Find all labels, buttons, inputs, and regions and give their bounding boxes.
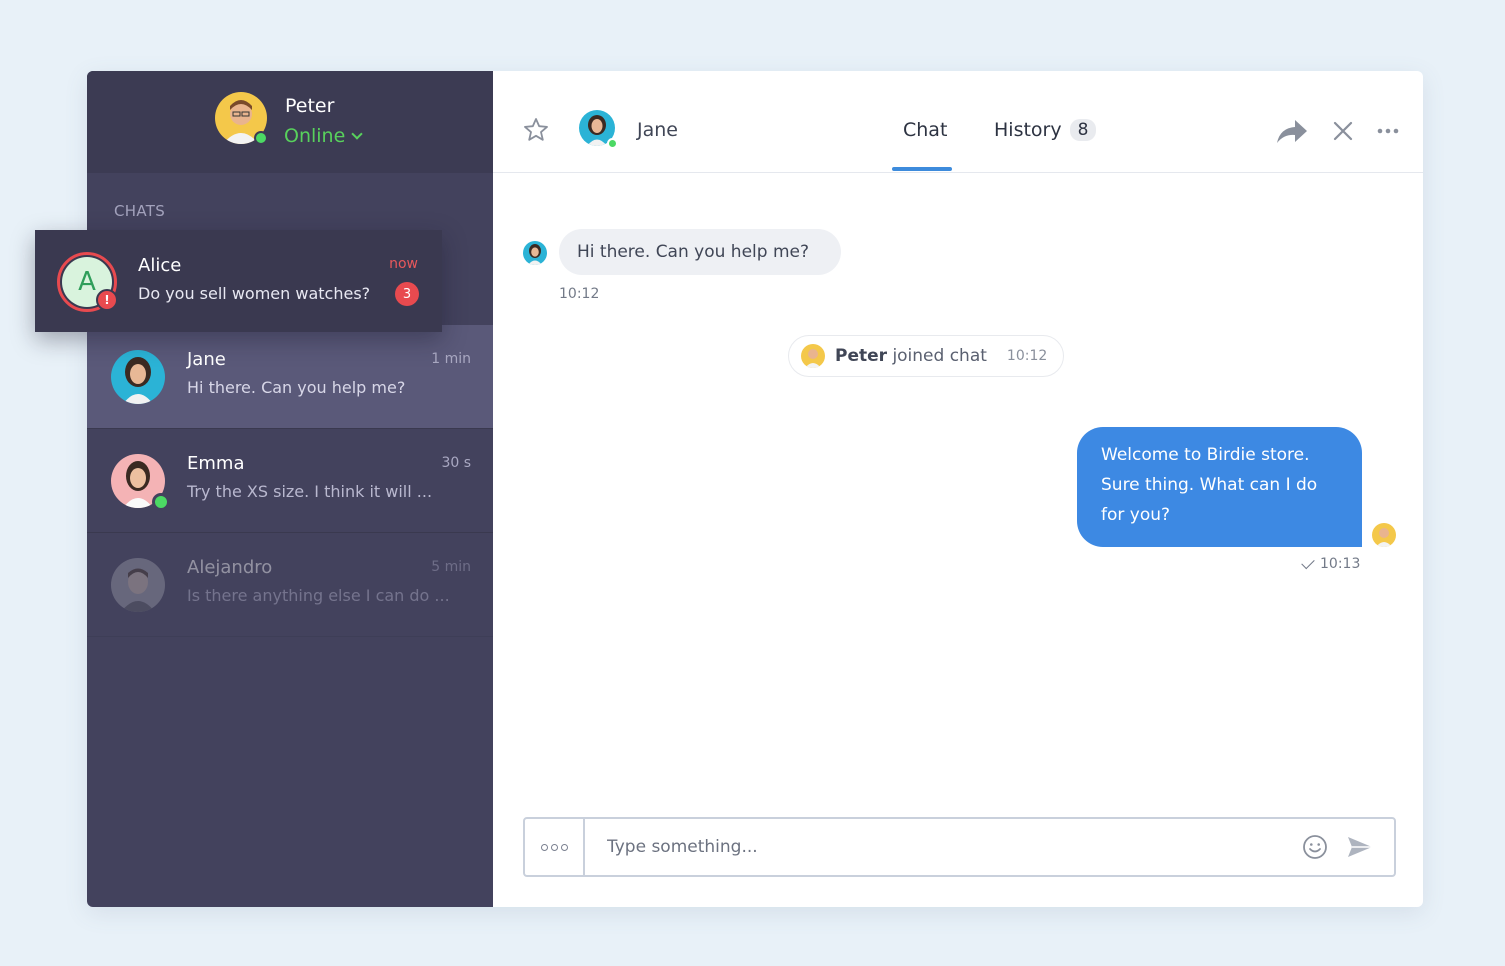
agent-name: Peter xyxy=(285,95,335,117)
contact-name: Jane xyxy=(637,119,678,141)
unread-count-badge: 3 xyxy=(395,282,419,306)
system-message-name: Peter xyxy=(835,346,888,366)
sender-avatar xyxy=(523,241,547,265)
send-icon[interactable] xyxy=(1346,835,1374,859)
notification-time: now xyxy=(389,256,418,272)
active-tab-indicator xyxy=(892,167,952,171)
chat-item-name: Jane xyxy=(187,349,226,370)
chat-item-preview: Is there anything else I can do ... xyxy=(187,586,450,605)
incoming-message-bubble: Hi there. Can you help me? xyxy=(559,229,841,275)
message-composer xyxy=(523,817,1396,877)
status-dropdown[interactable]: Online xyxy=(284,125,363,147)
outgoing-message-bubble: Welcome to Birdie store. Sure thing. Wha… xyxy=(1077,427,1362,547)
notification-name: Alice xyxy=(138,255,182,276)
online-status-dot xyxy=(607,138,618,149)
outgoing-message-time: 10:13 xyxy=(1301,555,1361,572)
tab-history[interactable]: History 8 xyxy=(994,119,1097,141)
conversation-header: Jane Chat History 8 xyxy=(493,71,1423,173)
system-message-text: joined chat xyxy=(892,346,987,366)
chat-list-item-emma[interactable]: Emma Try the XS size. I think it will ..… xyxy=(87,429,493,533)
status-label: Online xyxy=(284,125,346,147)
alert-icon: ! xyxy=(96,289,118,311)
system-message-time: 10:12 xyxy=(1006,348,1048,364)
message-input[interactable] xyxy=(585,819,1302,875)
conversation-pane: Jane Chat History 8 Hi there. Can you he… xyxy=(493,71,1423,907)
dot-icon xyxy=(550,843,558,851)
chat-item-time: 30 s xyxy=(441,455,471,471)
incoming-message-time: 10:12 xyxy=(559,286,600,302)
dot-icon xyxy=(540,843,548,851)
outgoing-time-label: 10:13 xyxy=(1320,556,1361,572)
jane-avatar xyxy=(111,350,165,404)
agent-avatar-small xyxy=(1372,523,1396,547)
chat-item-time: 1 min xyxy=(431,351,471,367)
chat-item-time: 5 min xyxy=(431,559,471,575)
online-status-dot xyxy=(152,493,170,511)
chat-app-window: Peter Online CHATS Jane Hi there. Can yo… xyxy=(87,71,1423,907)
chat-item-preview: Hi there. Can you help me? xyxy=(187,378,406,397)
forward-icon[interactable] xyxy=(1274,116,1310,146)
close-icon[interactable] xyxy=(1331,119,1355,143)
check-icon xyxy=(1301,555,1315,569)
chevron-down-icon xyxy=(351,128,363,140)
profile-header: Peter Online xyxy=(87,71,493,173)
sidebar: Peter Online CHATS Jane Hi there. Can yo… xyxy=(87,71,493,907)
chat-notification-alice[interactable]: A ! Alice Do you sell women watches? now… xyxy=(35,230,442,332)
online-status-dot xyxy=(254,131,268,145)
tab-history-label: History xyxy=(994,119,1062,141)
system-message: Peter joined chat 10:12 xyxy=(788,335,1064,377)
agent-avatar-small xyxy=(801,344,825,368)
history-count-badge: 8 xyxy=(1069,119,1097,141)
chat-list-item-jane[interactable]: Jane Hi there. Can you help me? 1 min xyxy=(87,325,493,429)
star-icon[interactable] xyxy=(522,116,550,144)
dot-icon xyxy=(560,843,568,851)
chat-list-item-alejandro[interactable]: Alejandro Is there anything else I can d… xyxy=(87,533,493,637)
chat-item-name: Alejandro xyxy=(187,557,273,578)
chat-item-preview: Try the XS size. I think it will ... xyxy=(187,482,433,501)
tab-chat[interactable]: Chat xyxy=(903,119,947,141)
emoji-icon[interactable] xyxy=(1302,834,1328,860)
composer-more-button[interactable] xyxy=(525,819,585,875)
more-options-icon[interactable] xyxy=(1376,123,1400,139)
notification-preview: Do you sell women watches? xyxy=(138,284,371,303)
alejandro-avatar xyxy=(111,558,165,612)
chats-section-label: CHATS xyxy=(114,202,166,220)
chat-item-name: Emma xyxy=(187,453,245,474)
